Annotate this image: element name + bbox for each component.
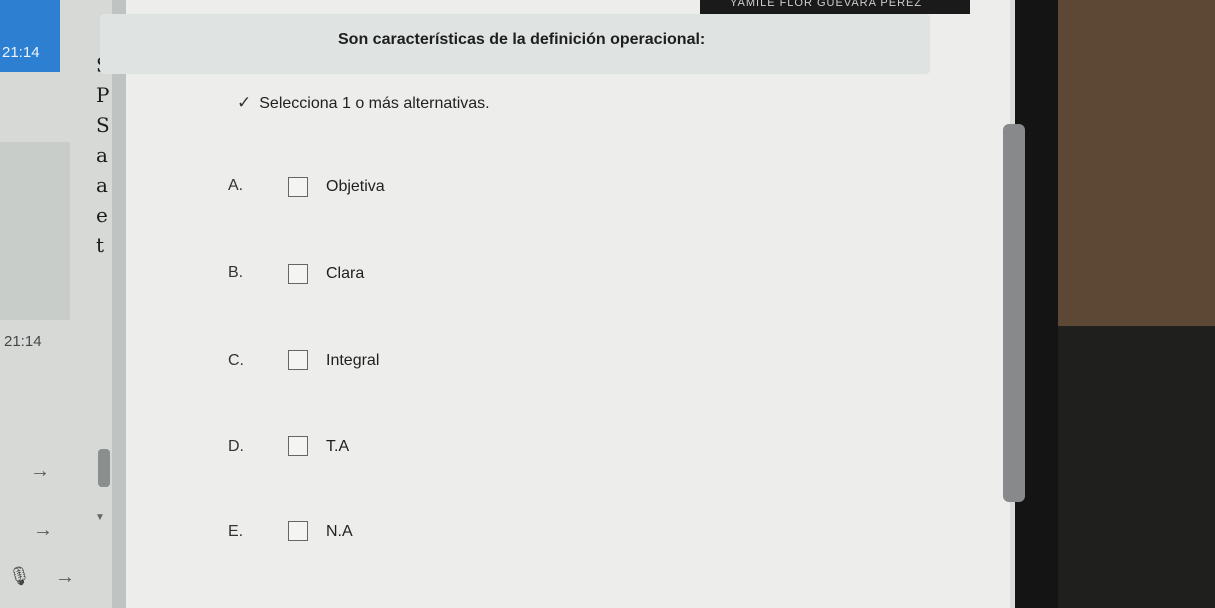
partial-letter: t <box>96 233 105 257</box>
option-letter-b: B. <box>228 264 244 281</box>
arrow-right-icon[interactable]: → <box>33 519 53 542</box>
option-label-c[interactable]: Integral <box>326 352 379 370</box>
question-text: Son características de la definición ope… <box>338 31 706 48</box>
partial-letter: P <box>96 83 110 107</box>
arrow-right-icon[interactable]: → <box>55 566 75 589</box>
check-icon: ✓ <box>237 93 252 112</box>
left-card <box>0 142 70 320</box>
partial-letter: a <box>96 173 108 197</box>
background-wall <box>1058 0 1215 326</box>
option-checkbox-c[interactable] <box>288 350 308 370</box>
instruction-row: ✓ Selecciona 1 o más alternativas. <box>237 93 490 113</box>
option-label-e[interactable]: N.A <box>326 523 353 541</box>
option-checkbox-d[interactable] <box>288 436 308 456</box>
option-letter-a: A. <box>228 177 244 194</box>
user-name: YAMILE FLOR GUEVARA PEREZ <box>730 0 923 9</box>
microphone-icon[interactable]: 🎙 <box>8 566 31 587</box>
option-checkbox-b[interactable] <box>288 264 308 284</box>
option-letter-d: D. <box>228 438 244 455</box>
partial-letter: a <box>96 143 108 167</box>
chevron-down-icon[interactable]: ▼ <box>95 512 105 523</box>
arrow-right-icon[interactable]: → <box>30 460 50 483</box>
time-label-mid: 21:14 <box>4 333 42 350</box>
option-checkbox-a[interactable] <box>288 177 308 197</box>
chat-header-blue <box>0 0 60 72</box>
option-letter-e: E. <box>228 523 244 540</box>
quiz-scrollbar-thumb[interactable] <box>1003 124 1025 502</box>
partial-letter: e <box>96 203 108 227</box>
partial-text-column: S P S a a e t <box>96 50 126 260</box>
left-scrollbar-thumb[interactable] <box>98 449 110 487</box>
option-label-b[interactable]: Clara <box>326 265 364 283</box>
option-checkbox-e[interactable] <box>288 521 308 541</box>
option-label-a[interactable]: Objetiva <box>326 178 385 196</box>
option-letter-c: C. <box>228 352 244 369</box>
quiz-panel <box>126 0 1010 608</box>
instruction-text: Selecciona 1 o más alternativas. <box>259 95 490 112</box>
option-label-d[interactable]: T.A <box>326 438 349 456</box>
time-label-top: 21:14 <box>2 44 40 61</box>
partial-letter: S <box>96 113 110 137</box>
